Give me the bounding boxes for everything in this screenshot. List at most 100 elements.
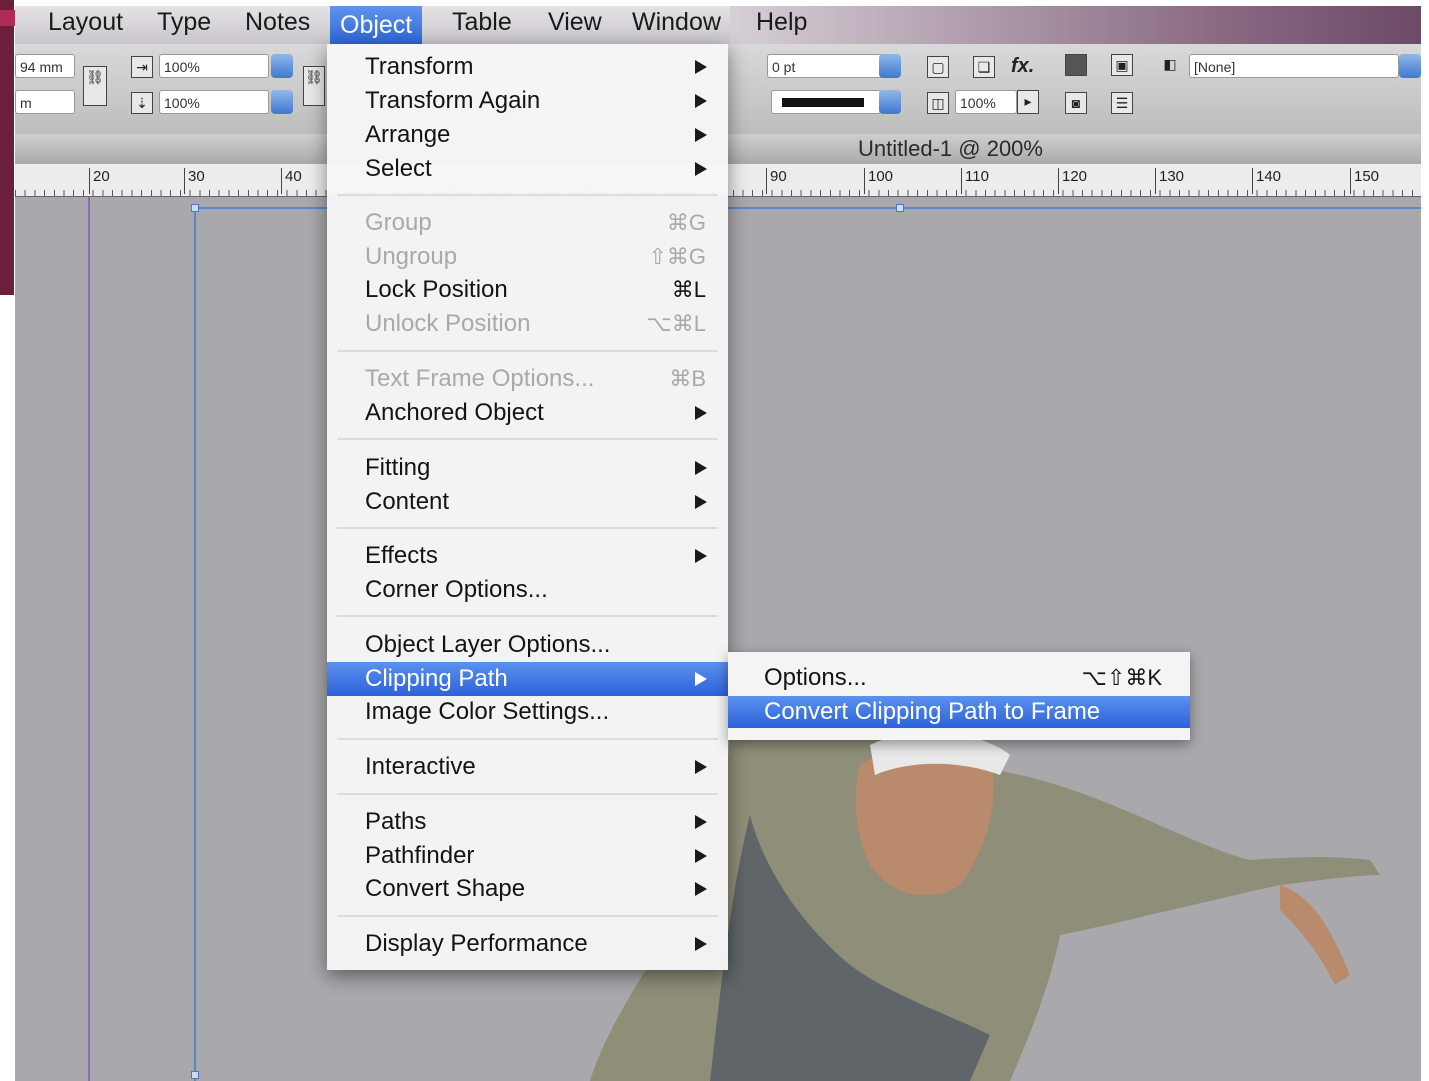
opacity-arrow-icon[interactable]: ▸ [1017,90,1039,114]
scale-y-icon: ⇣ [131,92,153,114]
menu-item-pathfinder[interactable]: Pathfinder [327,839,728,873]
opacity-icon: ◫ [927,92,949,114]
scale-y-stepper[interactable] [271,90,293,114]
stroke-type-stepper[interactable] [879,90,901,114]
width-field[interactable]: 94 mm [15,54,75,78]
clipping-path-submenu: Options... ⌥⇧⌘K Convert Clipping Path to … [728,652,1190,740]
submenu-arrow-icon [695,672,707,686]
menu-item-interactive[interactable]: Interactive [327,750,728,784]
shortcut-label: ⌘B [669,366,706,391]
menu-separator [337,438,718,440]
menu-item-convert-shape[interactable]: Convert Shape [327,872,728,906]
fill-frame-icon[interactable] [1065,54,1087,76]
menu-item-content[interactable]: Content [327,485,728,519]
submenu-arrow-icon [695,128,707,142]
submenu-arrow-icon [695,94,707,108]
object-style-icon: ◧ [1163,56,1177,72]
constrain-icon[interactable]: ⛓ [303,66,325,106]
menu-item-anchored-object[interactable]: Anchored Object [327,396,728,430]
object-menu: Transform Transform Again Arrange Select… [327,44,728,970]
center-content-icon[interactable]: ◙ [1065,92,1087,114]
menu-object[interactable]: Object [330,6,423,44]
height-field[interactable]: m [15,90,75,114]
distribute-icon[interactable]: ☰ [1111,92,1133,114]
menu-item-corner-options[interactable]: Corner Options... [327,573,728,607]
submenu-arrow-icon [695,162,707,176]
submenu-arrow-icon [695,461,707,475]
menu-separator [337,915,718,917]
stroke-weight-stepper[interactable] [879,54,901,78]
menu-separator [337,738,718,740]
fx-icon[interactable]: fx. [1011,56,1034,78]
stroke-weight-field[interactable]: 0 pt [767,54,889,78]
scale-x-stepper[interactable] [271,54,293,78]
link-icon[interactable]: ⛓ [83,66,107,106]
menu-separator [337,194,718,196]
menu-table[interactable]: Table [452,8,512,37]
submenu-arrow-icon [695,549,707,563]
fit-content-icon[interactable]: ▣ [1111,54,1133,76]
menu-item-object-layer-options[interactable]: Object Layer Options... [327,628,728,662]
menu-separator [337,793,718,795]
submenu-arrow-icon [695,406,707,420]
menu-item-clipping-path[interactable]: Clipping Path [327,662,728,696]
menu-type[interactable]: Type [157,8,211,37]
shortcut-label: ⌘L [671,277,706,302]
menu-item-transform[interactable]: Transform [327,50,728,84]
shortcut-label: ⌥⇧⌘K [1081,665,1162,690]
object-style-field[interactable]: [None] [1189,54,1399,78]
ruler-mark: 30 [184,168,205,194]
ruler-mark: 100 [864,168,893,194]
menu-notes[interactable]: Notes [245,8,310,37]
scale-y-field[interactable]: 100% [159,90,269,114]
menubar-backdrop [730,6,1421,44]
submenu-item-convert-clipping-path-to-frame[interactable]: Convert Clipping Path to Frame [728,696,1190,728]
submenu-arrow-icon [695,815,707,829]
menu-item-arrange[interactable]: Arrange [327,118,728,152]
frame-handle-bottom-left[interactable] [191,1071,199,1079]
menu-item-effects[interactable]: Effects [327,539,728,573]
menu-separator [337,527,718,529]
shortcut-label: ⌥⌘L [646,311,706,336]
stroke-type-field[interactable] [771,90,881,114]
submenu-arrow-icon [695,937,707,951]
document-title: Untitled-1 @ 200% [858,136,1043,161]
scale-x-icon: ⇥ [131,56,153,78]
ruler-mark: 150 [1350,168,1379,194]
submenu-arrow-icon [695,60,707,74]
drop-shadow-icon[interactable]: ❑ [973,56,995,78]
menu-item-fitting[interactable]: Fitting [327,451,728,485]
menu-item-display-performance[interactable]: Display Performance [327,927,728,961]
ruler-mark: 20 [89,168,110,194]
submenu-arrow-icon [695,495,707,509]
menu-separator [337,615,718,617]
frame-handle-top-left[interactable] [191,204,199,212]
submenu-item-options[interactable]: Options... ⌥⇧⌘K [728,662,1190,694]
menu-item-paths[interactable]: Paths [327,805,728,839]
shortcut-label: ⌘G [666,210,706,235]
menu-item-image-color-settings[interactable]: Image Color Settings... [327,695,728,729]
submenu-arrow-icon [695,882,707,896]
menu-item-unlock-position[interactable]: Unlock Position ⌥⌘L [327,307,728,341]
submenu-arrow-icon [695,849,707,863]
menu-layout[interactable]: Layout [48,8,123,37]
frame-edge-left[interactable] [194,207,196,1081]
menu-item-text-frame-options[interactable]: Text Frame Options... ⌘B [327,362,728,396]
object-style-stepper[interactable] [1399,54,1421,78]
ruler-mark: 120 [1058,168,1087,194]
menu-item-transform-again[interactable]: Transform Again [327,84,728,118]
frame-handle-top-center[interactable] [896,204,904,212]
menu-item-group[interactable]: Group ⌘G [327,206,728,240]
menu-item-ungroup[interactable]: Ungroup ⇧⌘G [327,240,728,274]
hand-shape [1280,885,1350,985]
ruler-mark: 40 [281,168,302,194]
frame-icon[interactable]: ▢ [927,56,949,78]
menu-help[interactable]: Help [756,8,807,37]
opacity-field[interactable]: 100% [955,90,1017,114]
menu-item-lock-position[interactable]: Lock Position ⌘L [327,273,728,307]
menu-view[interactable]: View [548,8,602,37]
accent-strip [0,0,14,295]
menu-item-select[interactable]: Select [327,152,728,186]
scale-x-field[interactable]: 100% [159,54,269,78]
menu-window[interactable]: Window [632,8,721,37]
